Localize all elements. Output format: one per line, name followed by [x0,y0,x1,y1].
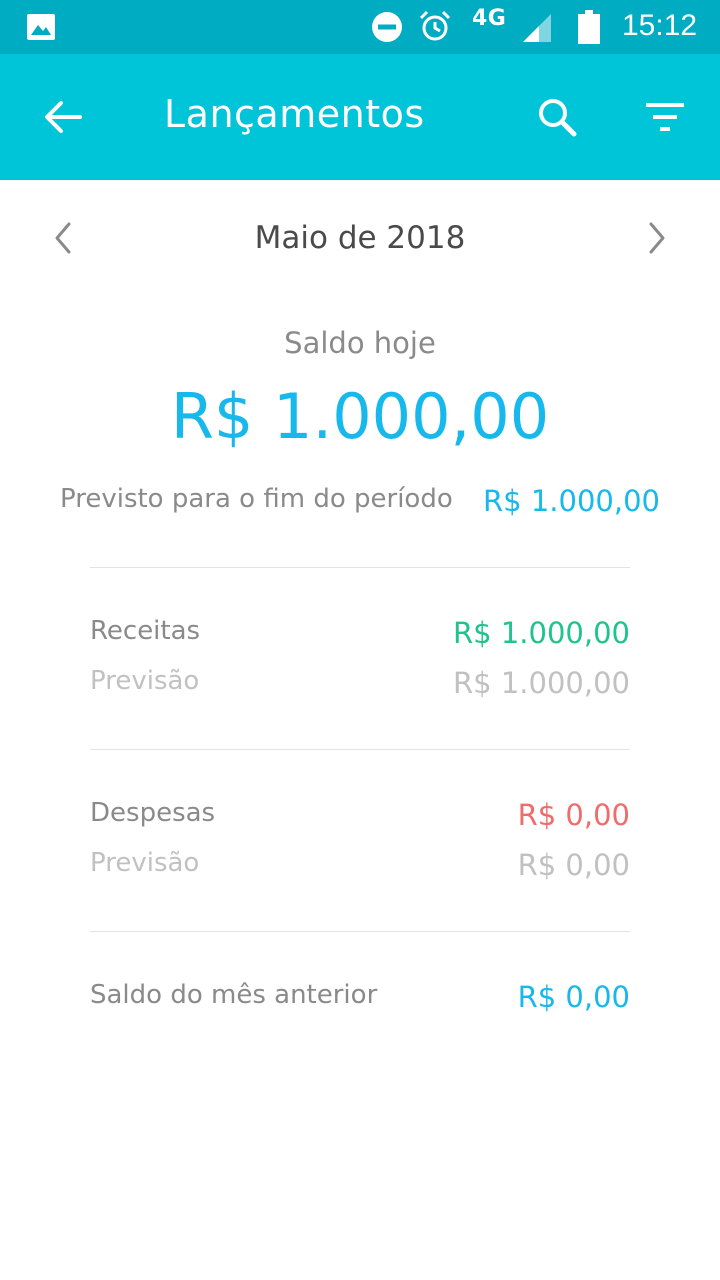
month-label: Maio de 2018 [254,220,466,256]
expense-label: Despesas [90,798,216,828]
previous-balance-value: R$ 0,00 [517,980,630,1014]
balance-value: R$ 1.000,00 [170,380,550,453]
divider [90,567,630,568]
app-bar: Lançamentos [0,54,720,180]
signal-icon [523,14,551,42]
forecast-row: Previsto para o fim do período R$ 1.000,… [60,484,660,524]
status-bar: 4G 15:12 [0,0,720,54]
income-value: R$ 1.000,00 [453,616,630,650]
income-forecast-value: R$ 1.000,00 [453,666,630,700]
balance-label: Saldo hoje [284,326,436,360]
forecast-label: Previsto para o fim do período [60,484,453,514]
page-title: Lançamentos [164,92,425,136]
previous-balance-label: Saldo do mês anterior [90,980,378,1010]
previous-balance-row[interactable]: Saldo do mês anterior R$ 0,00 [90,980,630,1020]
divider [90,931,630,932]
battery-icon [578,10,600,44]
expense-value: R$ 0,00 [517,798,630,832]
search-icon[interactable] [530,90,584,144]
income-forecast-label: Previsão [90,666,200,696]
income-row[interactable]: Receitas R$ 1.000,00 [90,616,630,656]
filter-icon[interactable] [638,90,692,144]
expense-forecast-value: R$ 0,00 [517,848,630,882]
alarm-icon [419,10,451,41]
expense-row[interactable]: Despesas R$ 0,00 [90,798,630,838]
network-type: 4G [472,6,507,31]
do-not-disturb-icon [372,12,402,42]
divider [90,749,630,750]
month-navigator: Maio de 2018 [0,180,720,300]
income-forecast-row: Previsão R$ 1.000,00 [90,666,630,706]
income-label: Receitas [90,616,201,646]
image-icon [27,14,55,40]
expense-forecast-row: Previsão R$ 0,00 [90,848,630,888]
back-arrow-icon[interactable] [36,90,90,144]
expense-forecast-label: Previsão [90,848,200,878]
status-time: 15:12 [622,9,698,42]
forecast-value: R$ 1.000,00 [483,484,660,518]
chevron-right-icon[interactable] [636,218,676,258]
